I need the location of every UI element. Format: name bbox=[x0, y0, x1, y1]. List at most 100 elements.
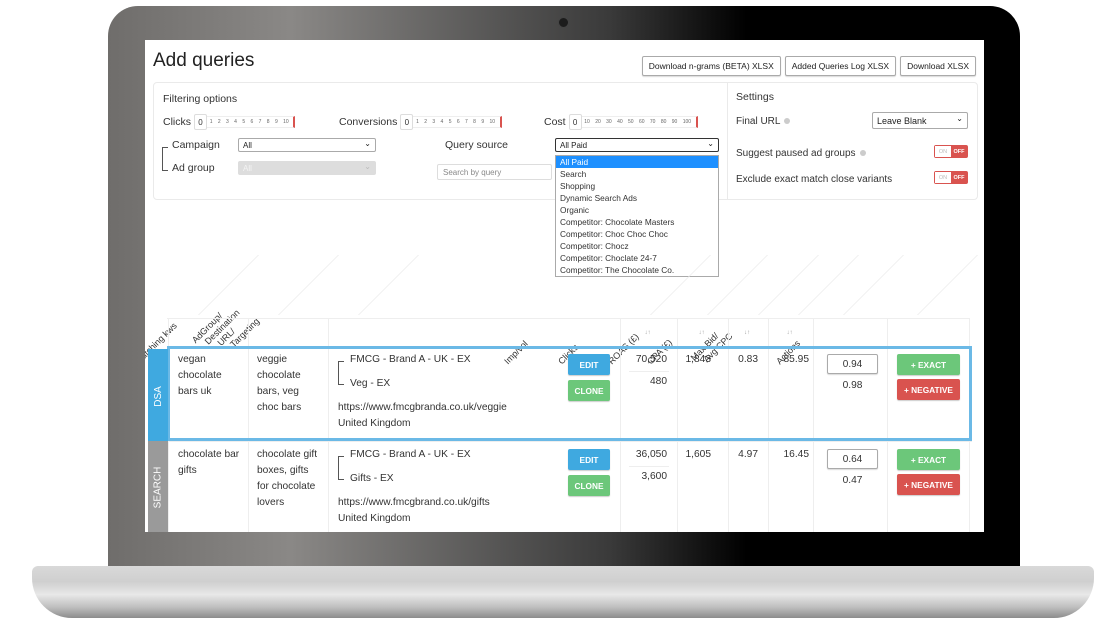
cost-ticks: 10 20 30 40 50 60 70 80 90 100 bbox=[581, 116, 698, 128]
add-negative-button[interactable]: + NEGATIVE bbox=[897, 474, 960, 495]
avg-cpc-value: 0.98 bbox=[842, 380, 863, 391]
ad-group-name: Veg - EX bbox=[350, 378, 391, 389]
slider-tick: 5 bbox=[448, 119, 452, 125]
add-negative-button[interactable]: + NEGATIVE bbox=[897, 379, 960, 400]
targeting: United Kingdom bbox=[338, 513, 411, 524]
suggest-paused-label-text: Suggest paused ad groups bbox=[736, 148, 856, 159]
slider-tick: 60 bbox=[638, 119, 645, 125]
edit-button[interactable]: EDIT bbox=[568, 354, 610, 375]
destination-url: https://www.fmcgbranda.co.uk/veggie bbox=[338, 402, 507, 413]
roas-value: 4.97 bbox=[738, 449, 758, 460]
query-source-select[interactable]: All Paid ⌄ bbox=[555, 138, 719, 152]
slider-tick: 3 bbox=[226, 119, 229, 125]
query-source-option[interactable]: Search bbox=[556, 168, 718, 180]
max-bid-input[interactable]: 0.64 bbox=[827, 449, 878, 469]
targeting: United Kingdom bbox=[338, 418, 411, 429]
slider-tick: 50 bbox=[628, 119, 634, 125]
download-xlsx-button[interactable]: Download XLSX bbox=[900, 56, 976, 76]
conversions-ticks: 1 2 3 4 5 6 7 8 9 10 bbox=[413, 116, 502, 128]
sort-icon[interactable]: ↓↑ bbox=[645, 330, 651, 336]
slider-tick: 6 bbox=[250, 119, 254, 125]
query-source-option[interactable]: Competitor: Chocz bbox=[556, 240, 718, 252]
suggest-paused-label: Suggest paused ad groups bbox=[736, 148, 866, 159]
cost-slider[interactable]: Cost 0 10 20 30 40 50 60 70 80 90 100 bbox=[544, 114, 698, 130]
sort-icon[interactable]: ↓↑ bbox=[699, 330, 705, 336]
download-ngrams-button[interactable]: Download n-grams (BETA) XLSX bbox=[641, 56, 781, 76]
toggle-on: ON bbox=[935, 172, 951, 183]
clicks-ticks: 1 2 3 4 5 6 7 8 9 10 bbox=[207, 116, 296, 128]
sort-icon[interactable]: ↓↑ bbox=[744, 330, 750, 336]
slider-tick: 30 bbox=[606, 119, 612, 125]
query-source-option[interactable]: Organic bbox=[556, 204, 718, 216]
add-exact-button[interactable]: + EXACT bbox=[897, 449, 960, 470]
final-url-label: Final URL bbox=[736, 116, 791, 127]
adgroup-bracket bbox=[338, 361, 344, 385]
chevron-down-icon: ⌄ bbox=[364, 139, 371, 148]
exclude-close-variants-toggle[interactable]: ON OFF bbox=[934, 171, 968, 184]
cpa-value: 16.45 bbox=[783, 449, 810, 460]
max-bid-input[interactable]: 0.94 bbox=[827, 354, 878, 374]
query-source-label: Query source bbox=[445, 139, 509, 151]
slider-tick: 80 bbox=[660, 119, 667, 125]
column-divider bbox=[358, 255, 419, 315]
query-source-dropdown[interactable]: All Paid Search Shopping Dynamic Search Ads… bbox=[555, 155, 719, 277]
roas-value: 0.83 bbox=[738, 354, 758, 365]
added-queries-log-button[interactable]: Added Queries Log XLSX bbox=[784, 56, 897, 76]
slider-tick: 1 bbox=[416, 119, 419, 125]
query-source-option[interactable]: All Paid bbox=[556, 156, 718, 168]
final-url-select-value: Leave Blank bbox=[877, 115, 927, 126]
ad-group-label: Ad group bbox=[172, 162, 215, 174]
clone-button[interactable]: CLONE bbox=[568, 475, 610, 496]
camera-icon bbox=[558, 17, 569, 28]
query-cell: vegan chocolate bars uk bbox=[178, 354, 222, 397]
export-toolbar: Download n-grams (BETA) XLSX Added Queri… bbox=[641, 56, 976, 76]
slider-tick: 2 bbox=[217, 119, 221, 125]
campaign-name: FMCG - Brand A - UK - EX bbox=[350, 449, 471, 460]
slider-tick: 6 bbox=[456, 119, 460, 125]
toggle-on: ON bbox=[935, 146, 951, 157]
clone-button[interactable]: CLONE bbox=[568, 380, 610, 401]
column-divider bbox=[758, 255, 819, 315]
sort-row bbox=[167, 318, 969, 344]
row-type-badge: DSA bbox=[148, 349, 168, 444]
info-icon[interactable] bbox=[859, 150, 866, 157]
sort-icon[interactable]: ↓↑ bbox=[787, 330, 793, 336]
toggle-off: OFF bbox=[951, 172, 967, 183]
volume-value: 3,600 bbox=[641, 471, 668, 482]
final-url-select[interactable]: Leave Blank ⌄ bbox=[872, 112, 968, 129]
info-icon[interactable] bbox=[784, 118, 791, 125]
query-source-option[interactable]: Competitor: Chocolate Masters bbox=[556, 216, 718, 228]
query-source-option[interactable]: Shopping bbox=[556, 180, 718, 192]
column-divider bbox=[278, 255, 339, 315]
query-source-option[interactable]: Competitor: Choclate 24-7 bbox=[556, 252, 718, 264]
row-type-badge: SEARCH bbox=[148, 441, 168, 532]
column-divider bbox=[917, 255, 978, 315]
query-source-option[interactable]: Competitor: Choc Choc Choc bbox=[556, 228, 718, 240]
slider-tick: 70 bbox=[649, 119, 656, 125]
clicks-slider[interactable]: Clicks 0 1 2 3 4 5 6 7 8 9 10 bbox=[163, 114, 296, 130]
conversions-slider[interactable]: Conversions 0 1 2 3 4 5 6 7 8 9 10 bbox=[339, 114, 502, 130]
query-source-option[interactable]: Dynamic Search Ads bbox=[556, 192, 718, 204]
cost-label: Cost bbox=[544, 116, 566, 128]
campaign-select[interactable]: All ⌄ bbox=[238, 138, 376, 152]
impressions-value: 36,050 bbox=[635, 449, 667, 460]
slider-tick: 8 bbox=[473, 119, 476, 125]
cost-slider-handle[interactable]: 0 bbox=[568, 114, 582, 130]
clicks-slider-handle[interactable]: 0 bbox=[194, 114, 207, 130]
campaign-name: FMCG - Brand A - UK - EX bbox=[350, 354, 471, 365]
slider-tick: 1 bbox=[209, 119, 213, 125]
query-cell: chocolate bar gifts bbox=[178, 449, 240, 476]
clicks-value: 1,843 bbox=[685, 354, 712, 365]
slider-tick: 9 bbox=[481, 119, 485, 125]
chevron-down-icon: ⌄ bbox=[707, 139, 714, 148]
search-by-query-input[interactable]: Search by query bbox=[437, 164, 552, 180]
slider-tick: 2 bbox=[424, 119, 427, 125]
ad-group-name: Gifts - EX bbox=[350, 473, 394, 484]
campaign-adgroup-bracket bbox=[162, 147, 168, 171]
app-screen: Add queries Download n-grams (BETA) XLSX… bbox=[145, 40, 984, 532]
add-exact-button[interactable]: + EXACT bbox=[897, 354, 960, 375]
edit-button[interactable]: EDIT bbox=[568, 449, 610, 470]
conversions-slider-handle[interactable]: 0 bbox=[400, 114, 414, 130]
ad-group-select[interactable]: All ⌄ bbox=[238, 161, 376, 175]
suggest-paused-toggle[interactable]: ON OFF bbox=[934, 145, 968, 158]
